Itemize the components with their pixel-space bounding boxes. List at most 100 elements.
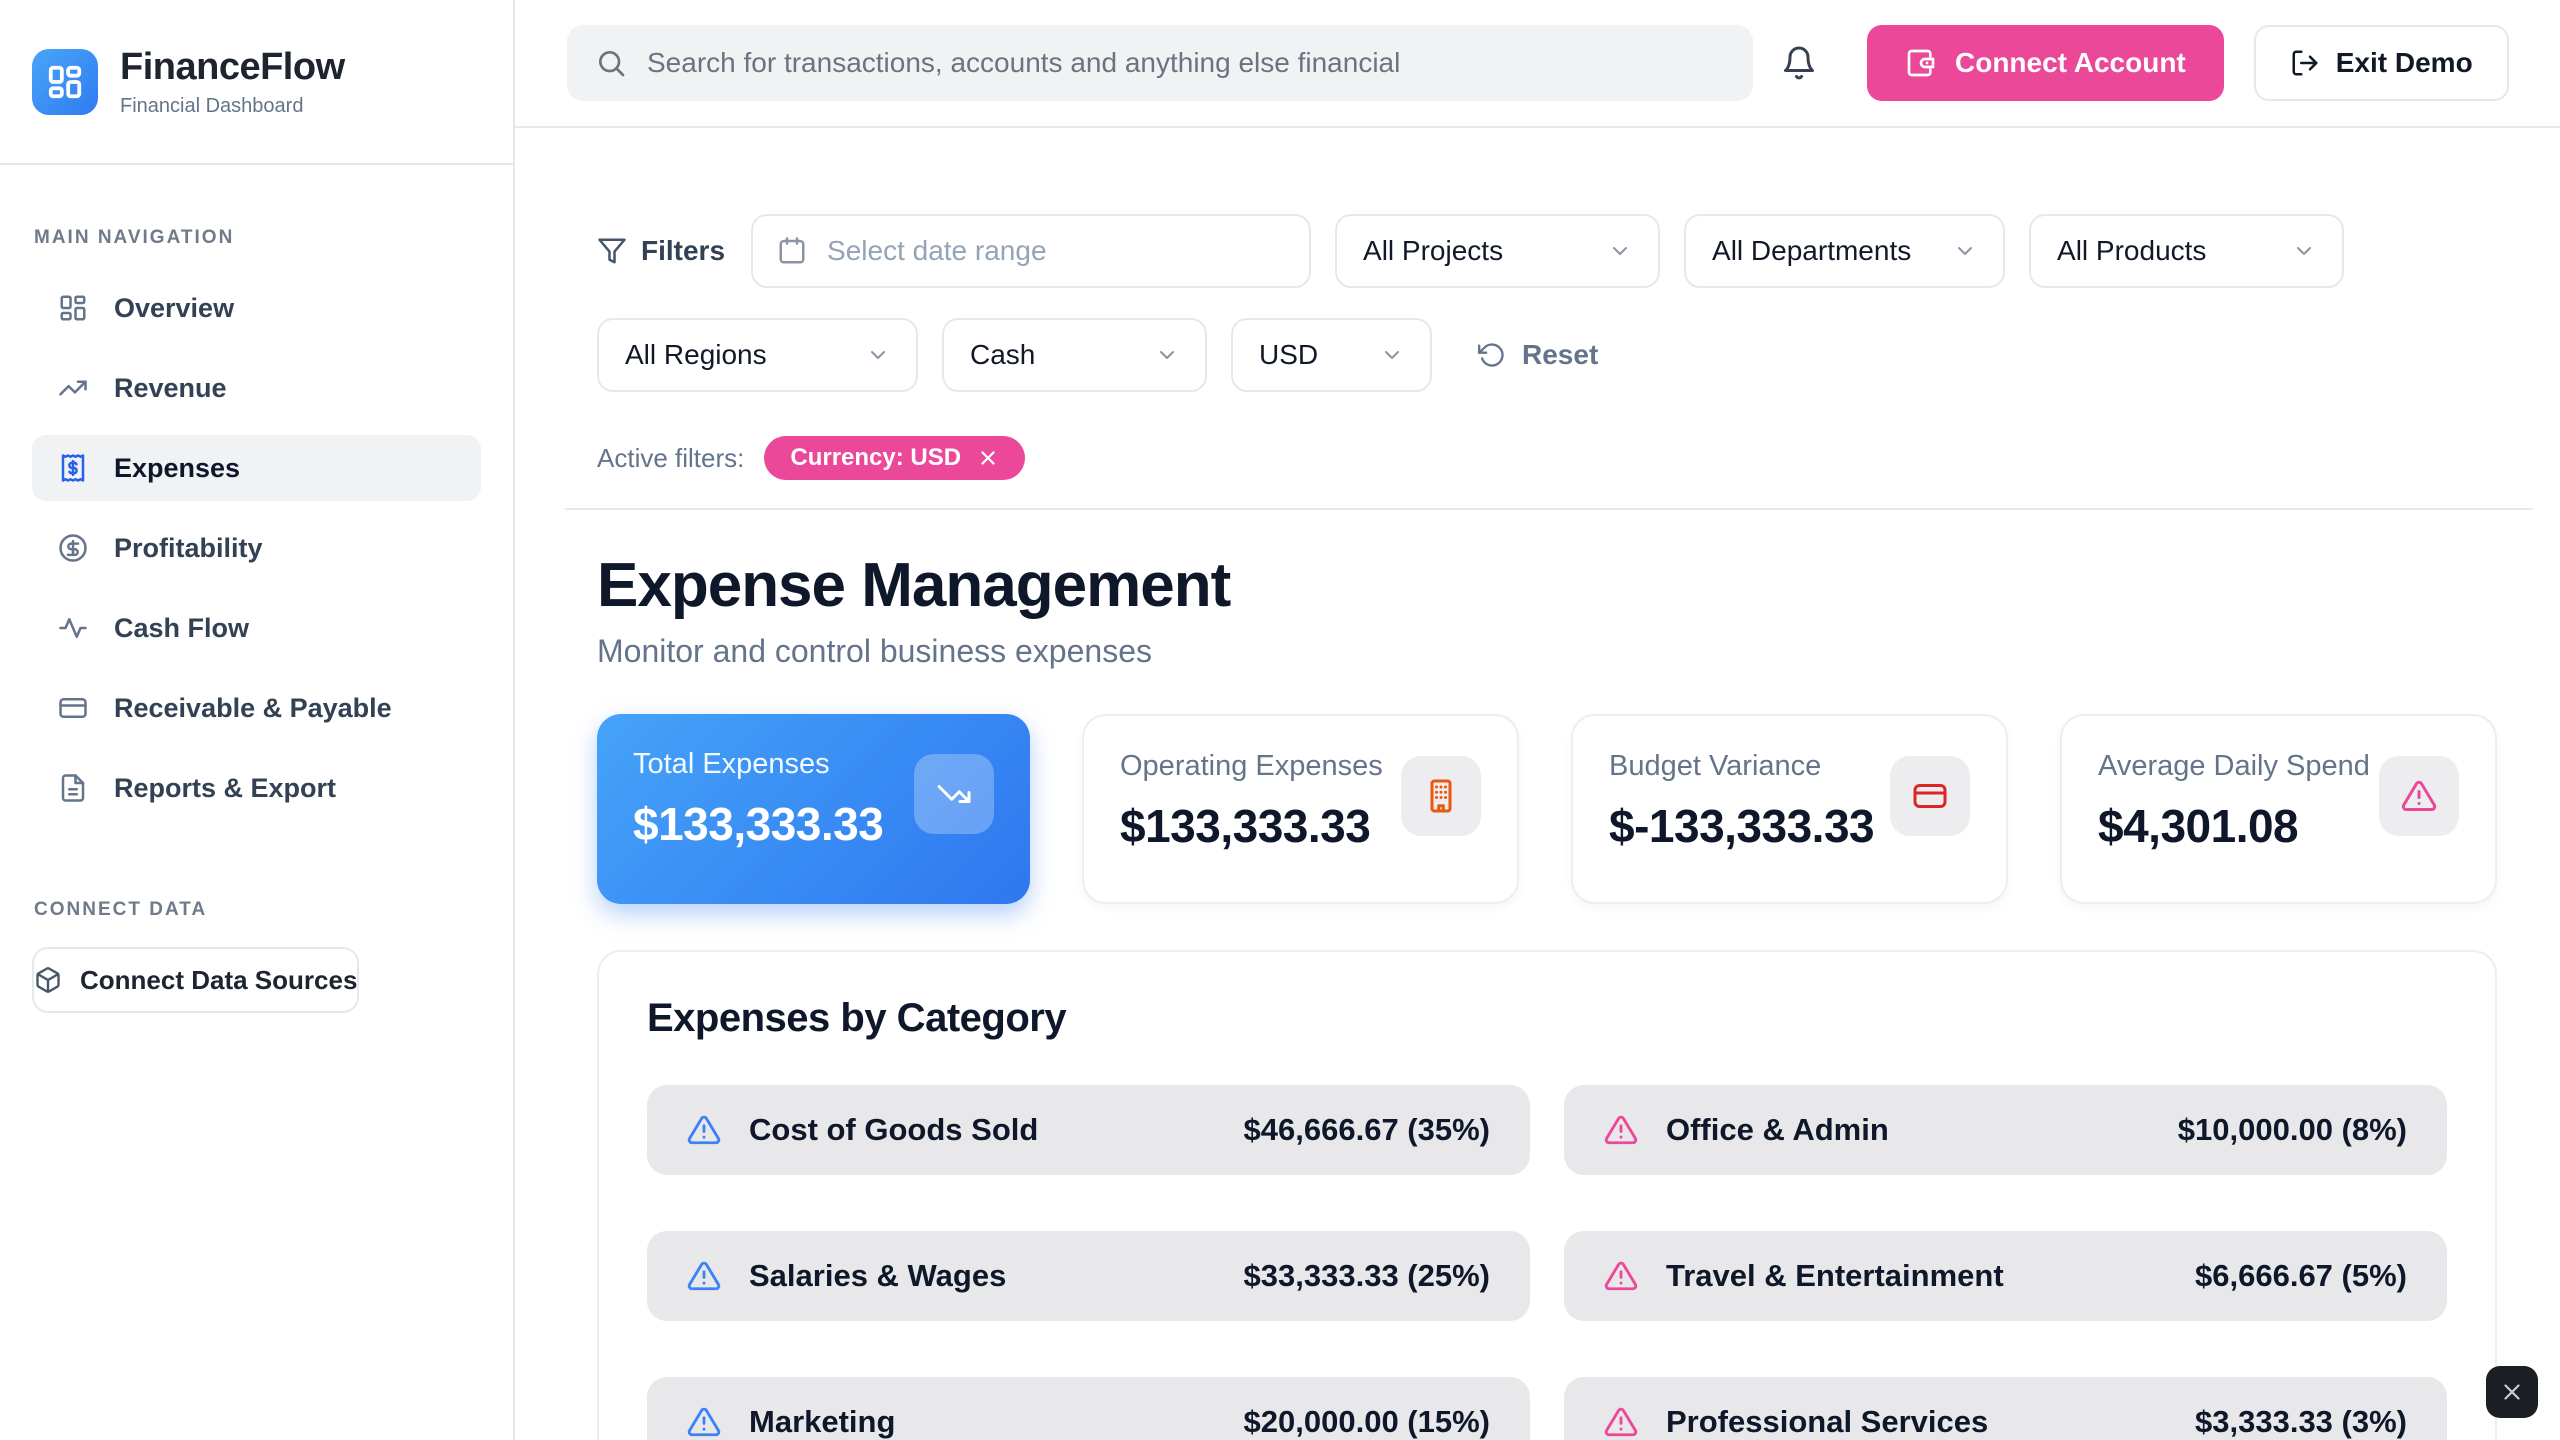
connect-account-label: Connect Account — [1955, 47, 2186, 79]
alert-triangle-icon — [2379, 756, 2459, 836]
reset-filters-button[interactable]: Reset — [1478, 339, 1598, 371]
stat-card-budget-variance[interactable]: Budget Variance $-133,333.33 — [1571, 714, 2008, 904]
page-subtitle: Monitor and control business expenses — [597, 633, 2497, 670]
trending-up-icon — [58, 373, 88, 403]
category-label: Professional Services — [1666, 1404, 2167, 1440]
sidebar: FinanceFlow Financial Dashboard MAIN NAV… — [0, 0, 515, 1440]
category-row-travel-entertainment[interactable]: Travel & Entertainment $6,666.67 (5%) — [1564, 1231, 2447, 1321]
sidebar-item-label: Profitability — [114, 533, 263, 564]
sidebar-item-receivable-payable[interactable]: Receivable & Payable — [32, 675, 481, 741]
projects-select[interactable]: All Projects — [1335, 214, 1660, 288]
date-range-input[interactable] — [827, 235, 1285, 267]
expenses-by-category-card: Expenses by Category Cost of Goods Sold … — [597, 950, 2497, 1440]
products-select[interactable]: All Products — [2029, 214, 2344, 288]
currency-select[interactable]: USD — [1231, 318, 1432, 392]
category-row-salaries-wages[interactable]: Salaries & Wages $33,333.33 (25%) — [647, 1231, 1530, 1321]
category-label: Marketing — [749, 1404, 1216, 1440]
nav-section-heading: MAIN NAVIGATION — [0, 227, 513, 249]
wallet-icon — [1905, 47, 1937, 79]
sidebar-item-expenses[interactable]: Expenses — [32, 435, 481, 501]
stat-value: $133,333.33 — [633, 797, 883, 851]
chevron-down-icon — [1380, 343, 1404, 367]
currency-select-value: USD — [1259, 339, 1318, 371]
stat-card-average-daily-spend[interactable]: Average Daily Spend $4,301.08 — [2060, 714, 2497, 904]
layout-dashboard-icon — [58, 293, 88, 323]
expenses-by-category-title: Expenses by Category — [647, 996, 2447, 1041]
sidebar-item-overview[interactable]: Overview — [32, 275, 481, 341]
sidebar-item-cash-flow[interactable]: Cash Flow — [32, 595, 481, 661]
exit-demo-button[interactable]: Exit Demo — [2254, 25, 2509, 101]
category-label: Office & Admin — [1666, 1112, 2150, 1148]
sidebar-item-label: Receivable & Payable — [114, 693, 392, 724]
search-input[interactable] — [647, 47, 1725, 79]
category-label: Salaries & Wages — [749, 1258, 1216, 1294]
chevron-down-icon — [1953, 239, 1977, 263]
page-title: Expense Management — [597, 550, 2497, 621]
filters-label: Filters — [641, 235, 725, 267]
sidebar-item-label: Expenses — [114, 453, 240, 484]
stat-card-total-expenses[interactable]: Total Expenses $133,333.33 — [597, 714, 1030, 904]
layout-dashboard-icon — [46, 63, 84, 101]
category-row-marketing[interactable]: Marketing $20,000.00 (15%) — [647, 1377, 1530, 1440]
chevron-down-icon — [1155, 343, 1179, 367]
departments-select[interactable]: All Departments — [1684, 214, 2005, 288]
calendar-icon — [777, 236, 807, 266]
category-grid: Cost of Goods Sold $46,666.67 (35%) Offi… — [647, 1085, 2447, 1440]
overlay-close-button[interactable] — [2486, 1366, 2538, 1418]
filters-row-1: Filters All Projects All Departments All… — [597, 214, 2497, 288]
category-value: $6,666.67 (5%) — [2195, 1258, 2407, 1294]
stat-label: Total Expenses — [633, 748, 883, 781]
chevron-down-icon — [2292, 239, 2316, 263]
stat-label: Budget Variance — [1609, 750, 1874, 783]
projects-select-value: All Projects — [1363, 235, 1503, 267]
alert-triangle-icon — [1604, 1259, 1638, 1293]
regions-select[interactable]: All Regions — [597, 318, 918, 392]
bell-icon[interactable] — [1781, 45, 1817, 81]
active-filter-chip-currency[interactable]: Currency: USD — [764, 436, 1025, 480]
section-divider — [565, 508, 2533, 510]
sidebar-item-label: Cash Flow — [114, 613, 249, 644]
file-text-icon — [58, 773, 88, 803]
stat-label: Average Daily Spend — [2098, 750, 2370, 783]
chevron-down-icon — [1608, 239, 1632, 263]
alert-triangle-icon — [687, 1259, 721, 1293]
stat-card-operating-expenses[interactable]: Operating Expenses $133,333.33 — [1082, 714, 1519, 904]
alert-triangle-icon — [1604, 1113, 1638, 1147]
x-icon — [2499, 1379, 2525, 1405]
category-value: $46,666.67 (35%) — [1244, 1112, 1490, 1148]
rotate-ccw-icon — [1478, 341, 1506, 369]
category-value: $10,000.00 (8%) — [2178, 1112, 2407, 1148]
sidebar-item-reports-export[interactable]: Reports & Export — [32, 755, 481, 821]
trending-down-icon — [914, 754, 994, 834]
alert-triangle-icon — [687, 1405, 721, 1439]
brand: FinanceFlow Financial Dashboard — [0, 0, 513, 165]
category-value: $3,333.33 (3%) — [2195, 1404, 2407, 1440]
credit-card-icon — [1890, 756, 1970, 836]
connect-data-sources-button[interactable]: Connect Data Sources — [32, 947, 359, 1013]
app-title: FinanceFlow — [120, 46, 345, 89]
payment-type-select-value: Cash — [970, 339, 1035, 371]
global-search[interactable] — [567, 25, 1753, 101]
category-row-office-admin[interactable]: Office & Admin $10,000.00 (8%) — [1564, 1085, 2447, 1175]
stat-value: $-133,333.33 — [1609, 799, 1874, 853]
category-row-cost-of-goods-sold[interactable]: Cost of Goods Sold $46,666.67 (35%) — [647, 1085, 1530, 1175]
stat-value: $4,301.08 — [2098, 799, 2370, 853]
connect-section-heading: CONNECT DATA — [0, 899, 513, 921]
sidebar-item-profitability[interactable]: Profitability — [32, 515, 481, 581]
sidebar-item-label: Revenue — [114, 373, 227, 404]
regions-select-value: All Regions — [625, 339, 767, 371]
chip-label: Currency: USD — [790, 444, 961, 472]
sidebar-item-label: Overview — [114, 293, 234, 324]
connect-data-sources-label: Connect Data Sources — [80, 965, 357, 996]
sidebar-item-revenue[interactable]: Revenue — [32, 355, 481, 421]
category-row-professional-services[interactable]: Professional Services $3,333.33 (3%) — [1564, 1377, 2447, 1440]
search-icon — [595, 47, 627, 79]
x-icon[interactable] — [977, 447, 999, 469]
products-select-value: All Products — [2057, 235, 2206, 267]
date-range-picker[interactable] — [751, 214, 1311, 288]
category-value: $33,333.33 (25%) — [1244, 1258, 1490, 1294]
filters-title: Filters — [597, 235, 725, 267]
payment-type-select[interactable]: Cash — [942, 318, 1207, 392]
main-navigation: Overview Revenue Expenses — [0, 275, 513, 821]
connect-account-button[interactable]: Connect Account — [1867, 25, 2224, 101]
